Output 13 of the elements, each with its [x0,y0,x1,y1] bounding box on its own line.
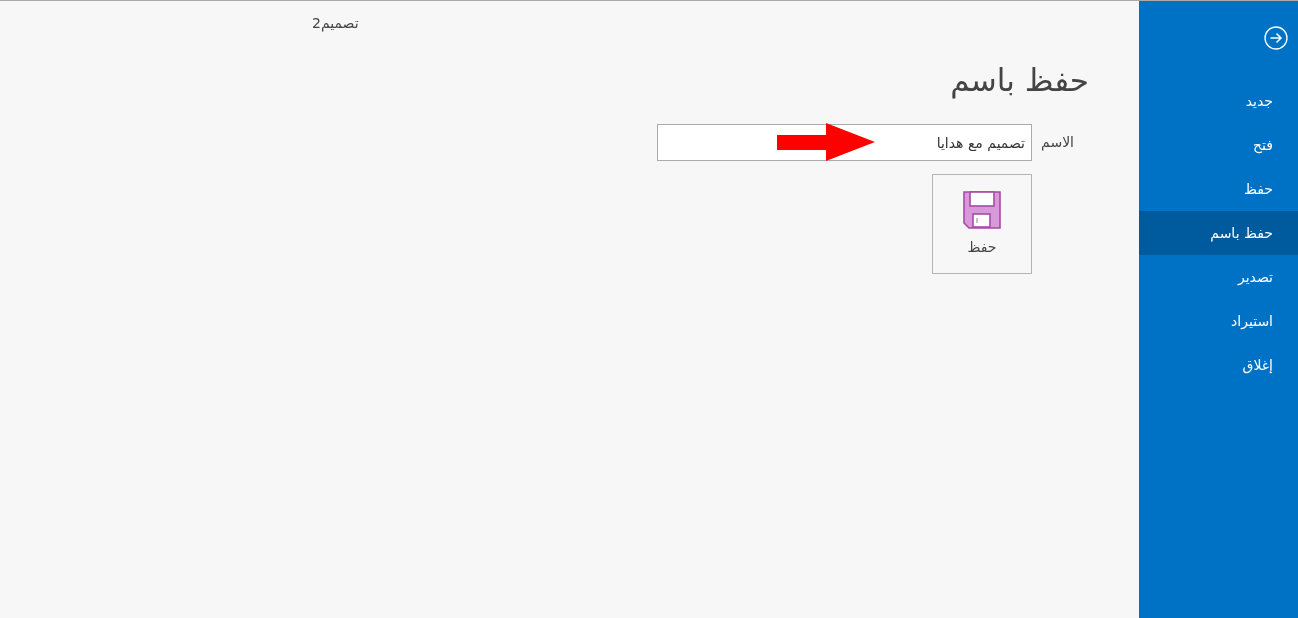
sidebar-item[interactable]: جديد [1139,79,1298,123]
sidebar-item[interactable]: استيراد [1139,299,1298,343]
page-heading: حفظ باسم [949,61,1089,101]
document-title: تصميم2 [312,14,359,32]
sidebar-item[interactable]: فتح [1139,123,1298,167]
save-button[interactable]: حفظ [932,174,1032,274]
sidebar-item[interactable]: تصدير [1139,255,1298,299]
sidebar-item[interactable]: حفظ [1139,167,1298,211]
pointer-arrow-icon [777,123,875,161]
sidebar-item[interactable]: حفظ باسم [1139,211,1298,255]
sidebar-item[interactable]: إغلاق [1139,343,1298,387]
back-button[interactable] [1264,26,1288,50]
name-label: الاسم [1040,133,1074,153]
